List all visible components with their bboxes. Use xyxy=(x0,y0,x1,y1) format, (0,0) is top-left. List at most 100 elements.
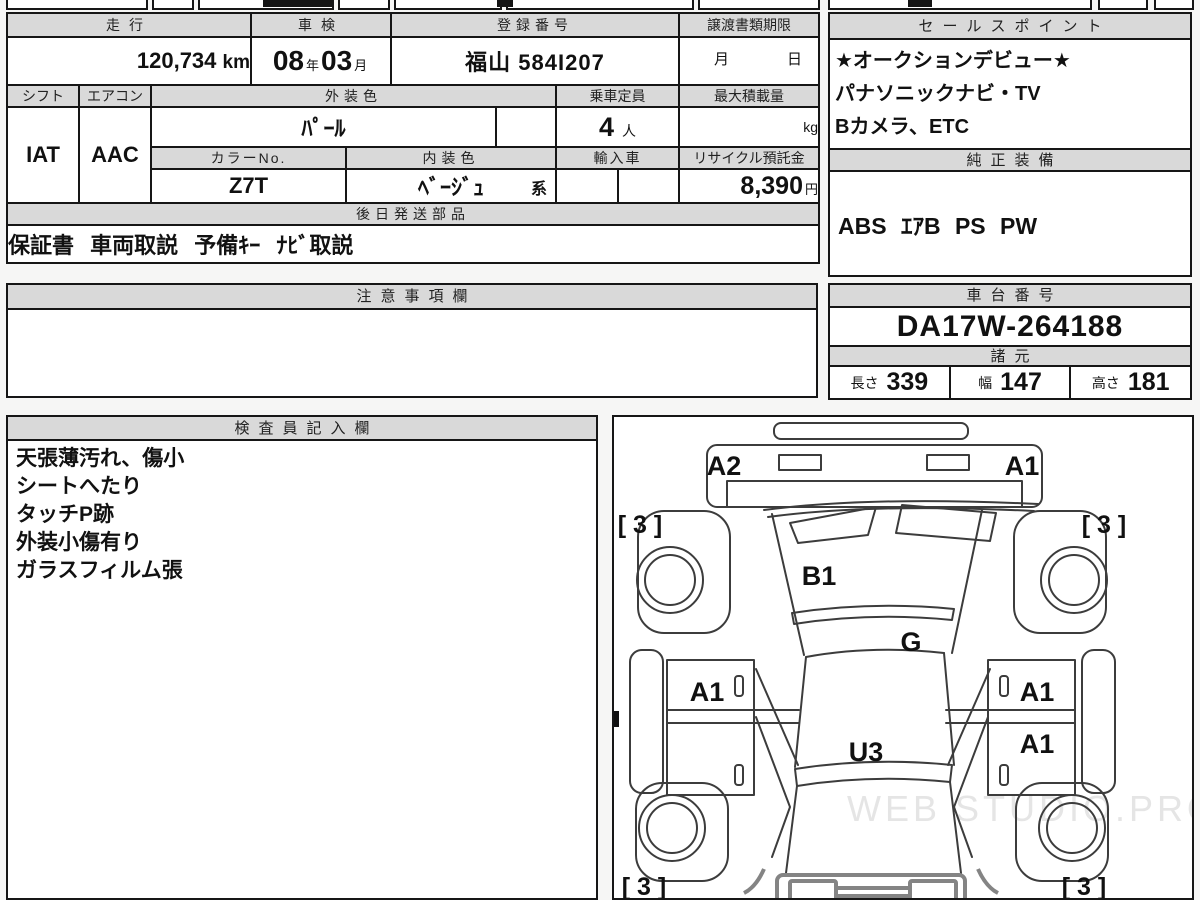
cutoff-cell xyxy=(338,0,390,10)
capacity-header: 乗車定員 xyxy=(555,84,680,108)
door-handle xyxy=(999,764,1009,786)
cutoff-cell xyxy=(1098,0,1148,10)
headlight-left xyxy=(778,454,822,471)
width-value: 147 xyxy=(1000,368,1042,396)
damage-label-windshield: B1 xyxy=(802,561,837,591)
cutoff-text-artifact xyxy=(263,0,333,7)
capacity-unit: 人 xyxy=(622,122,637,139)
color-no-header: カラーNo. xyxy=(150,146,347,170)
cutoff-text-artifact xyxy=(908,0,932,7)
capacity-value: 4人 xyxy=(555,106,680,148)
chassis-specs-block: 車台番号 DA17W-264188 諸元 長さ 339 幅 147 高さ 181 xyxy=(828,283,1192,400)
length-label: 長さ xyxy=(850,374,879,391)
transfer-day-label: 日 xyxy=(786,50,802,68)
recycle-amount: 8,390 xyxy=(740,171,803,200)
edge-mark xyxy=(614,711,619,727)
front-panel xyxy=(706,444,1043,508)
wheel-front-left-inner xyxy=(644,554,696,606)
inspector-note: 天張薄汚れ、傷小 xyxy=(16,447,185,470)
sales-point-item: パナソニックナビ・TV xyxy=(835,83,1041,105)
rocker-strip-left xyxy=(629,649,664,794)
sales-points-block: セールスポイント ★オークションデビュー★ パナソニックナビ・TV Bカメラ、E… xyxy=(828,12,1192,277)
wheel-front-right xyxy=(1040,546,1108,614)
mileage-value: 120,734 km xyxy=(6,36,252,86)
front-panel-step xyxy=(726,480,1023,508)
max-load-value: kg xyxy=(678,106,820,148)
height-value: 181 xyxy=(1127,368,1170,396)
damage-label-right-rear-door: A1 xyxy=(1020,729,1055,759)
max-load-header: 最大積載量 xyxy=(678,84,820,108)
registration-plate-value: 福山 584I207 xyxy=(390,36,680,86)
exterior-color-spare-cell xyxy=(495,106,557,148)
shift-header: シフト xyxy=(6,84,80,108)
damage-diagram-block: WEB STUDIO.PRO A2 A1 B1 G A1 A1 A1 U3 [… xyxy=(612,415,1194,900)
cutoff-cell xyxy=(152,0,194,10)
registration-header: 登録番号 xyxy=(390,12,680,38)
length-cell: 長さ 339 xyxy=(830,367,949,398)
specs-header: 諸元 xyxy=(830,345,1190,367)
mileage-header: 走行 xyxy=(6,12,252,38)
tire-rating-front-right: [ 3 ] xyxy=(1082,511,1126,539)
inspector-notes-block: 検査員記入欄 天張薄汚れ、傷小 シートへたり タッチP跡 外装小傷有り ガラスフ… xyxy=(6,415,598,900)
recycle-deposit-value: 8,390 円 xyxy=(678,168,820,204)
mileage-unit: km xyxy=(222,52,250,73)
later-parts-value: 保証書 車両取説 予備ｷｰ ﾅﾋﾞ取説 xyxy=(6,224,820,264)
recycle-unit: 円 xyxy=(804,181,818,197)
headlight-right xyxy=(926,454,970,471)
cutoff-cell xyxy=(828,0,1092,10)
door-handle xyxy=(734,764,744,786)
inspection-month: 03 xyxy=(321,45,353,76)
wheel-rear-left-inner xyxy=(646,802,698,854)
width-cell: 幅 147 xyxy=(948,367,1070,398)
door-crease-lines xyxy=(666,709,1076,724)
exterior-color-value: ﾊﾟｰﾙ xyxy=(150,106,497,148)
sales-point-item: ★オークションデビュー★ xyxy=(835,50,1071,72)
cutoff-cell xyxy=(698,0,820,10)
roof-front-edge xyxy=(805,648,945,658)
tire-rating-rear-right: [ 3 ] xyxy=(1062,873,1106,898)
sales-points-list: ★オークションデビュー★ パナソニックナビ・TV Bカメラ、ETC D席シートヒ… xyxy=(830,40,1190,148)
notes-body xyxy=(8,310,816,396)
vehicle-info-table: 走行 車検 登録番号 譲渡書類期限 120,734 km 08 年03 月 福山 5… xyxy=(6,12,820,264)
auction-sheet-page: { "table": { "mileage": {"label": "走行", … xyxy=(0,0,1200,900)
height-label: 高さ xyxy=(1091,374,1120,391)
cutoff-cell xyxy=(394,0,502,10)
recycle-deposit-header: リサイクル預託金 xyxy=(678,146,820,170)
inspector-notes-list: 天張薄汚れ、傷小 シートへたり タッチP跡 外装小傷有り ガラスフィルム張 xyxy=(8,441,596,589)
inspection-month-unit: 月 xyxy=(354,58,368,73)
wheel-rear-left xyxy=(638,794,706,862)
transfer-deadline-value: 月 日 xyxy=(678,36,820,86)
car-damage-diagram: WEB STUDIO.PRO A2 A1 B1 G A1 A1 A1 U3 [… xyxy=(614,422,1192,898)
inspector-note: ガラスフィルム張 xyxy=(16,559,183,582)
hood-band xyxy=(791,604,955,625)
fender-rear-left xyxy=(635,782,729,882)
import-car-header: 輸入車 xyxy=(555,146,680,170)
color-no-value: Z7T xyxy=(150,168,347,204)
shift-value: IAT xyxy=(6,106,80,204)
notes-header: 注意事項欄 xyxy=(8,285,816,310)
interior-color-name: ﾍﾞｰｼﾞｭ xyxy=(417,175,484,200)
tire-rating-front-left: [ 3 ] xyxy=(618,511,662,539)
rear-bumper-bar xyxy=(836,886,910,898)
transfer-deadline-header: 譲渡書類期限 xyxy=(678,12,820,38)
width-label: 幅 xyxy=(978,374,993,391)
damage-label-front-right: A1 xyxy=(1005,451,1040,481)
damage-label-roof: U3 xyxy=(849,737,884,767)
length-value: 339 xyxy=(886,368,929,396)
genuine-equipment-value: ABS ｴｱB PS PW xyxy=(838,212,1038,239)
capacity-number: 4 xyxy=(598,111,615,142)
interior-color-suffix: 系 xyxy=(530,181,547,198)
tire-rating-rear-left: [ 3 ] xyxy=(622,873,666,898)
rocker-strip-right xyxy=(1081,649,1116,794)
cutoff-cell xyxy=(1154,0,1194,10)
inspection-header: 車検 xyxy=(250,12,392,38)
damage-label-left-door: A1 xyxy=(690,677,725,707)
interior-color-header: 内装色 xyxy=(345,146,557,170)
door-handle xyxy=(999,675,1009,697)
inspector-header: 検査員記入欄 xyxy=(8,417,596,441)
chassis-header: 車台番号 xyxy=(830,285,1190,308)
sales-points-header: セールスポイント xyxy=(830,14,1190,40)
exterior-color-header: 外装色 xyxy=(150,84,557,108)
inspection-year: 08 xyxy=(272,45,304,76)
cutoff-cell xyxy=(506,0,694,10)
